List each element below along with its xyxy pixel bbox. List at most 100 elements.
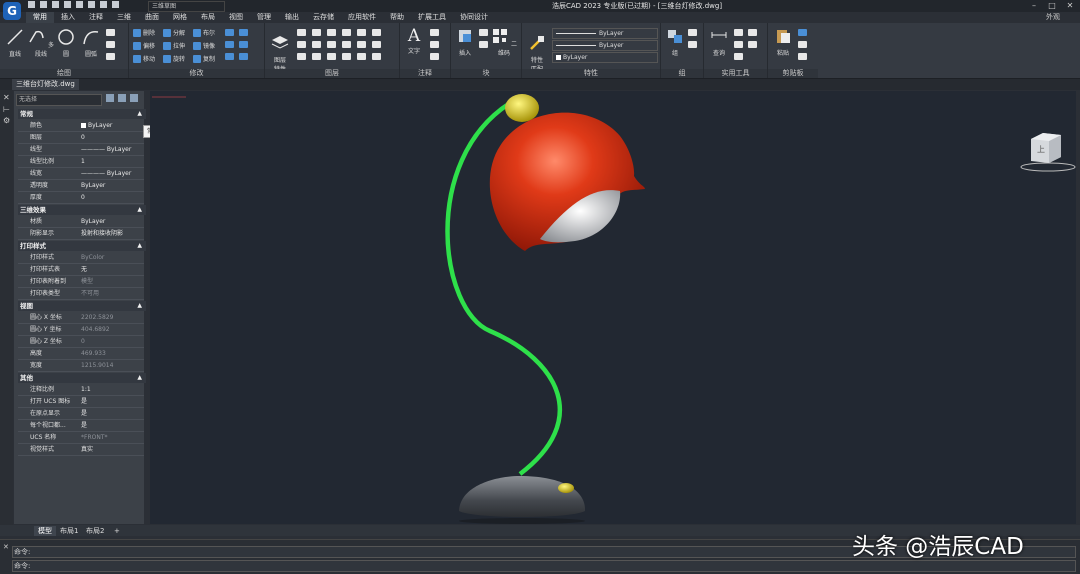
property-row[interactable]: 打开 UCS 图标 是 xyxy=(18,396,144,408)
property-row[interactable]: 厚度 0 xyxy=(18,192,144,204)
query-tool[interactable]: 查询 xyxy=(708,27,730,57)
annotation-panel-title[interactable]: 注释 xyxy=(400,69,450,78)
copy-base-icon[interactable] xyxy=(798,53,807,60)
property-value[interactable]: 0 xyxy=(81,132,143,143)
copy-clip-icon[interactable] xyxy=(798,29,807,36)
trim-icon[interactable] xyxy=(225,41,234,48)
property-value[interactable]: ByLayer xyxy=(81,216,143,227)
menu-view[interactable]: 视图 xyxy=(222,12,250,23)
property-row[interactable]: 高度 469.933 xyxy=(18,348,144,360)
property-row[interactable]: 视觉样式 真实 xyxy=(18,444,144,456)
boolean-tool[interactable]: 布尔 xyxy=(193,28,215,37)
palette-section-header[interactable]: 打印样式 ▲ xyxy=(18,241,146,251)
property-row[interactable]: 打印表附着到 模型 xyxy=(18,276,144,288)
palette-section-header[interactable]: 常规 ▲ xyxy=(18,109,146,119)
tab-model[interactable]: 模型 xyxy=(34,526,56,536)
linetype-select[interactable]: ByLayer xyxy=(552,40,658,51)
property-value[interactable]: ByLayer xyxy=(81,120,143,131)
property-row[interactable]: UCS 名称 *FRONT* xyxy=(18,432,144,444)
cut-icon[interactable] xyxy=(798,41,807,48)
rotate-tool[interactable]: 旋转 xyxy=(163,54,185,63)
property-value[interactable]: 0 xyxy=(81,336,143,347)
layer-match-icon[interactable] xyxy=(372,29,381,36)
palette-section-header[interactable]: 三维效果 ▲ xyxy=(18,205,146,215)
layer-prev-icon[interactable] xyxy=(372,41,381,48)
layer-unisolate-icon[interactable] xyxy=(342,53,351,60)
collapse-icon[interactable]: ▲ xyxy=(137,205,142,215)
modify-panel-title[interactable]: 修改 xyxy=(129,69,264,78)
menu-manage[interactable]: 管理 xyxy=(250,12,278,23)
extend-icon[interactable] xyxy=(239,41,248,48)
property-row[interactable]: 透明度 ByLayer xyxy=(18,180,144,192)
property-value[interactable]: 0 xyxy=(81,192,143,203)
collapse-icon[interactable]: ▲ xyxy=(137,301,142,311)
view-cube[interactable]: 上 xyxy=(1018,131,1078,177)
open-icon[interactable] xyxy=(40,1,47,8)
property-row[interactable]: 线宽 ———— ByLayer xyxy=(18,168,144,180)
property-value[interactable]: ByColor xyxy=(81,252,143,263)
layer-lock-icon[interactable] xyxy=(327,29,336,36)
layer-on-icon[interactable] xyxy=(327,53,336,60)
tab-add-layout[interactable]: + xyxy=(110,526,124,536)
insert-tool[interactable]: 插入 xyxy=(454,27,476,57)
group-edit-icon[interactable] xyxy=(688,41,697,48)
layer-current-icon[interactable] xyxy=(357,41,366,48)
quick-select-icon[interactable] xyxy=(748,41,757,48)
palette-section-header[interactable]: 其他 ▲ xyxy=(18,373,146,383)
property-row[interactable]: 线型 ———— ByLayer xyxy=(18,144,144,156)
offset-tool[interactable]: 偏移 xyxy=(133,41,155,50)
property-row[interactable]: 阴影显示 投射和接收阴影 xyxy=(18,228,144,240)
property-value[interactable]: 469.933 xyxy=(81,348,143,359)
layer-state-icon[interactable] xyxy=(297,29,306,36)
property-row[interactable]: 圆心 Z 坐标 0 xyxy=(18,336,144,348)
move-tool[interactable]: 移动 xyxy=(133,54,155,63)
layers-panel-title[interactable]: 图层 xyxy=(265,69,399,78)
erase-tool[interactable]: 删除 xyxy=(133,28,155,37)
menu-apps[interactable]: 应用软件 xyxy=(341,12,383,23)
collapse-icon[interactable]: ▲ xyxy=(137,241,142,251)
match-properties-tool[interactable]: 特性 匹配 xyxy=(524,27,550,73)
rectangle-icon[interactable] xyxy=(106,29,115,36)
text-tool[interactable]: A 文字 xyxy=(403,27,425,55)
layer-isolate-icon[interactable] xyxy=(357,29,366,36)
appearance-menu[interactable]: 外观 xyxy=(1046,12,1060,23)
palette-settings-icon[interactable]: ⚙ xyxy=(3,116,10,125)
drawing-viewport[interactable]: 上 xyxy=(150,91,1076,524)
close-palette-icon[interactable]: ✕ xyxy=(3,93,10,102)
layer-unlock-icon[interactable] xyxy=(297,53,306,60)
quick-select-palette-icon[interactable] xyxy=(130,94,138,102)
select-objects-icon[interactable] xyxy=(118,94,126,102)
property-value[interactable]: 是 xyxy=(81,408,143,419)
create-block-icon[interactable] xyxy=(479,29,488,36)
layer-thaw-icon[interactable] xyxy=(312,53,321,60)
group-panel-title[interactable]: 组 xyxy=(661,69,703,78)
collapse-icon[interactable]: ▲ xyxy=(137,373,142,383)
layer-freeze-icon[interactable] xyxy=(312,29,321,36)
property-value[interactable]: 无 xyxy=(81,264,143,275)
menu-cloud[interactable]: 云存储 xyxy=(306,12,341,23)
property-row[interactable]: 材质 ByLayer xyxy=(18,216,144,228)
menu-mesh[interactable]: 网格 xyxy=(166,12,194,23)
draw-panel-title[interactable]: 绘图 xyxy=(0,69,128,78)
command-close-icon[interactable]: ✕ xyxy=(3,543,9,551)
property-value[interactable]: 1 xyxy=(81,156,143,167)
layer-filter-icon[interactable] xyxy=(372,53,381,60)
property-value[interactable]: 是 xyxy=(81,420,143,431)
layer-merge-icon[interactable] xyxy=(312,41,321,48)
property-row[interactable]: 颜色 ByLayer xyxy=(18,120,144,132)
block-panel-title[interactable]: 块 xyxy=(451,69,521,78)
qrcode-tool[interactable]: 二维码 xyxy=(491,27,517,57)
scale-icon[interactable] xyxy=(225,53,234,60)
menu-insert[interactable]: 插入 xyxy=(54,12,82,23)
fillet-icon[interactable] xyxy=(225,29,234,36)
ungroup-icon[interactable] xyxy=(688,29,697,36)
polyline-tool[interactable]: 多段线 xyxy=(28,28,54,58)
minimize-button[interactable]: – xyxy=(1026,1,1042,11)
property-value[interactable]: 1:1 xyxy=(81,384,143,395)
clipboard-panel-title[interactable]: 剪贴板 xyxy=(768,69,818,78)
ellipse-icon[interactable] xyxy=(106,53,115,60)
menu-extensions[interactable]: 扩展工具 xyxy=(411,12,453,23)
property-value[interactable]: 1215.9014 xyxy=(81,360,143,371)
property-row[interactable]: 圆心 Y 坐标 404.6892 xyxy=(18,324,144,336)
property-row[interactable]: 每个视口都... 是 xyxy=(18,420,144,432)
